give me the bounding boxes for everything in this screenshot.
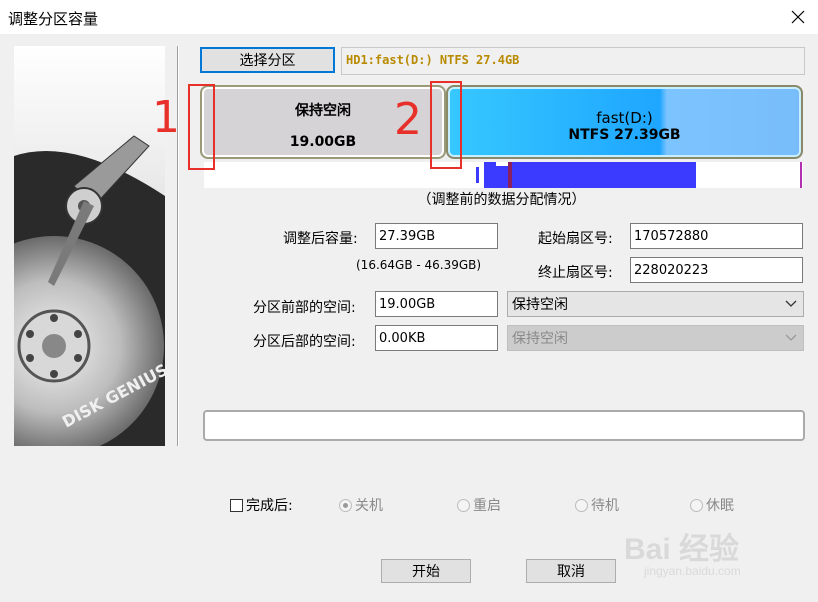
space-before-option: 保持空闲 (512, 297, 568, 313)
annotation-number-2: 2 (394, 94, 422, 145)
radio-hibernate[interactable]: 休眠 (690, 495, 734, 515)
annotation-box-1 (188, 84, 215, 170)
radio-standby-label: 待机 (591, 498, 619, 514)
watermark-main: Bai 经验 (624, 533, 740, 566)
radio-restart[interactable]: 重启 (457, 495, 501, 515)
space-after-select: 保持空闲 (507, 325, 804, 351)
space-before-input[interactable]: 19.00GB (375, 291, 498, 317)
radio-button[interactable] (575, 498, 588, 512)
end-sector-label: 终止扇区号: (538, 265, 613, 281)
space-before-label: 分区前部的空间: (253, 300, 356, 316)
title-bar: 调整分区容量 (0, 0, 818, 34)
checkbox-box[interactable] (230, 498, 243, 512)
after-done-label: 完成后: (246, 498, 293, 514)
window-title: 调整分区容量 (8, 10, 99, 28)
data-distribution-bar (204, 162, 803, 188)
space-after-input[interactable]: 0.00KB (375, 325, 498, 351)
radio-hibernate-label: 休眠 (706, 498, 734, 514)
radio-button[interactable] (457, 498, 470, 512)
radio-standby[interactable]: 待机 (575, 495, 619, 515)
annotation-number-1: 1 (152, 92, 180, 143)
partition-info-text: HD1:fast(D:) NTFS 27.4GB (346, 53, 520, 67)
progress-bar (203, 410, 805, 441)
radio-button[interactable] (690, 498, 703, 512)
resized-capacity-label: 调整后容量: (283, 231, 358, 247)
start-sector-input[interactable]: 170572880 (630, 223, 803, 249)
partition-block-fast[interactable]: fast(D:) NTFS 27.39GB (446, 85, 803, 159)
baidu-watermark: Bai 经验 jingyan.baidu.com (624, 524, 814, 582)
cancel-button[interactable]: 取消 (526, 559, 616, 583)
close-icon (791, 10, 805, 24)
start-button[interactable]: 开始 (381, 559, 471, 583)
resized-capacity-input[interactable]: 27.39GB (375, 223, 498, 249)
space-before-select[interactable]: 保持空闲 (507, 291, 804, 317)
space-after-label: 分区后部的空间: (253, 334, 356, 350)
watermark-url: jingyan.baidu.com (644, 564, 741, 578)
radio-shutdown-label: 关机 (355, 498, 383, 514)
partition-fs-size: NTFS 27.39GB (568, 127, 681, 143)
disk-genius-illustration: DISK GENIUS (14, 46, 165, 446)
space-after-option: 保持空闲 (512, 331, 568, 347)
partition-info-box: HD1:fast(D:) NTFS 27.4GB (341, 47, 805, 75)
data-distribution-graphic (476, 162, 802, 188)
distribution-caption: （调整前的数据分配情况） (417, 192, 586, 208)
capacity-range-hint: (16.64GB - 46.39GB) (356, 258, 482, 272)
hard-disk-icon: DISK GENIUS (14, 135, 165, 446)
chevron-down-icon (785, 300, 797, 307)
annotation-box-2 (430, 81, 462, 169)
radio-restart-label: 重启 (473, 498, 501, 514)
start-sector-label: 起始扇区号: (538, 231, 613, 247)
radio-shutdown[interactable]: 关机 (339, 495, 383, 515)
select-partition-button[interactable]: 选择分区 (200, 47, 335, 73)
partition-name: fast(D:) (596, 109, 653, 127)
end-sector-input[interactable]: 228020223 (630, 257, 803, 283)
chevron-down-icon (785, 334, 797, 341)
after-done-checkbox[interactable]: 完成后: (230, 495, 293, 515)
close-button[interactable] (780, 2, 816, 32)
radio-button[interactable] (339, 498, 352, 512)
